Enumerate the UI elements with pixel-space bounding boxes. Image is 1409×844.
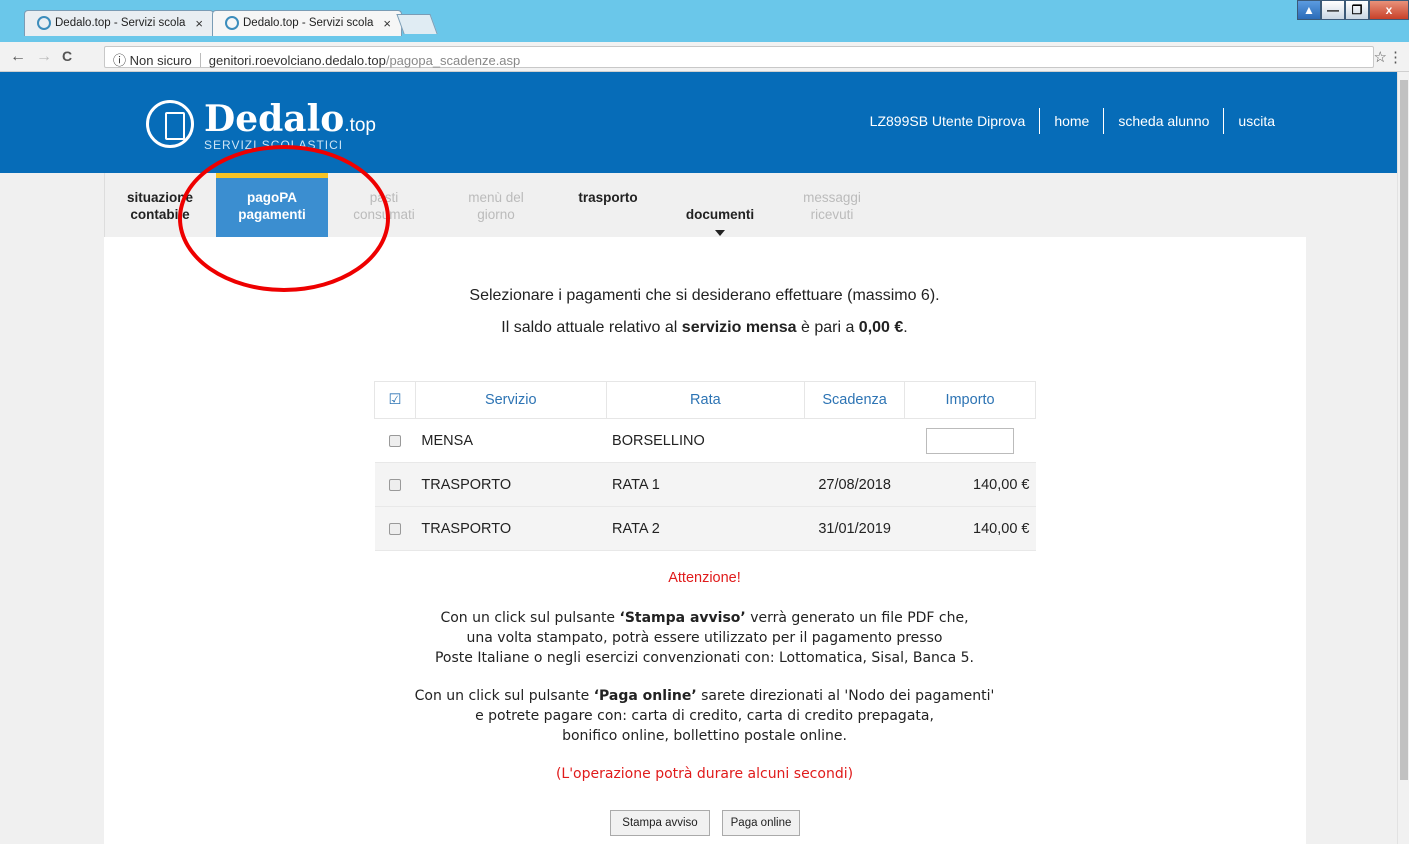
- bookmark-star-icon[interactable]: ☆: [1374, 48, 1387, 66]
- importo-input[interactable]: [926, 427, 1015, 454]
- cell-rata: BORSELLINO: [606, 418, 805, 463]
- table-row: TRASPORTO RATA 1 27/08/2018 140,00 €: [374, 462, 1036, 507]
- menu-documenti-label: documenti: [685, 207, 755, 222]
- cell-servizio: TRASPORTO: [415, 462, 607, 507]
- favicon-icon: [225, 16, 239, 30]
- pay-info-line-3: bonifico online, bollettino postale onli…: [562, 728, 847, 744]
- maximize-button[interactable]: ❐: [1345, 0, 1369, 20]
- browser-tab-1[interactable]: Dedalo.top - Servizi scola ×: [24, 10, 214, 36]
- table-row: TRASPORTO RATA 2 31/01/2019 140,00 €: [374, 506, 1036, 551]
- reload-icon[interactable]: C: [62, 48, 72, 64]
- user-icon[interactable]: ▲: [1297, 0, 1321, 20]
- column-header-importo: Importo: [904, 381, 1036, 419]
- intro-line-1: Selezionare i pagamenti che si desideran…: [469, 287, 940, 304]
- back-icon[interactable]: ←: [10, 48, 26, 66]
- column-header-servizio: Servizio: [414, 381, 607, 419]
- minimize-button[interactable]: —: [1321, 0, 1345, 20]
- tab-title: Dedalo.top - Servizi scola: [243, 17, 374, 29]
- new-tab-button[interactable]: [396, 14, 438, 34]
- cell-scadenza: 31/01/2019: [804, 506, 905, 551]
- url-path: /pagopa_scadenze.asp: [385, 53, 521, 68]
- cell-importo: 140,00 €: [904, 462, 1036, 507]
- menu-pasti-consumati[interactable]: pasti consumati: [328, 173, 440, 237]
- site-logo[interactable]: Dedalo.top SERVIZI SCOLASTICI: [146, 98, 376, 154]
- tab-title: Dedalo.top - Servizi scola: [55, 17, 186, 29]
- intro-line-2: Il saldo attuale relativo al servizio me…: [501, 319, 908, 336]
- menu-documenti[interactable]: documenti: [664, 173, 776, 237]
- cell-importo: 140,00 €: [904, 506, 1036, 551]
- cell-scadenza: 27/08/2018: [804, 462, 905, 507]
- caret-down-icon: [715, 230, 725, 236]
- menu-messaggi-ricevuti[interactable]: messaggi ricevuti: [776, 173, 888, 237]
- nav-scheda-alunno-link[interactable]: scheda alunno: [1103, 108, 1223, 134]
- close-button[interactable]: x: [1369, 0, 1409, 20]
- menu-trasporto[interactable]: trasporto: [552, 173, 664, 237]
- column-header-rata: Rata: [605, 381, 806, 419]
- print-info-line-1: Con un click sul pulsante ‘Stampa avviso…: [440, 610, 969, 626]
- tab-close-icon[interactable]: ×: [195, 16, 203, 31]
- print-info-line-3: Poste Italiane o negli esercizi convenzi…: [434, 650, 975, 666]
- cell-servizio: TRASPORTO: [415, 506, 607, 551]
- paga-online-button[interactable]: Paga online: [722, 810, 800, 836]
- table-header-row: ☑ Servizio Rata Scadenza Importo: [374, 381, 1036, 419]
- attention-heading: Attenzione!: [668, 570, 741, 586]
- security-indicator[interactable]: ⓘ Non sicuro: [113, 53, 192, 68]
- forward-icon[interactable]: →: [36, 48, 52, 66]
- cell-rata: RATA 2: [606, 506, 805, 551]
- address-bar: ← → C ⓘ Non sicuro genitori.roevolciano.d…: [0, 42, 1409, 72]
- pay-info-line-1: Con un click sul pulsante ‘Paga online’ …: [414, 688, 995, 704]
- url-input[interactable]: ⓘ Non sicuro genitori.roevolciano.dedalo.…: [104, 46, 1374, 68]
- table-row: MENSA BORSELLINO: [374, 418, 1036, 463]
- menu-situazione-contabile[interactable]: situazione contabile: [104, 173, 216, 237]
- pay-info-line-2: e potrete pagare con: carta di credito, …: [475, 708, 934, 724]
- cell-scadenza: [804, 418, 905, 463]
- payments-table: ☑ Servizio Rata Scadenza Importo MENSA B…: [374, 381, 1036, 551]
- operation-note: (L'operazione potrà durare alcuni second…: [555, 766, 854, 782]
- tab-close-icon[interactable]: ×: [383, 16, 391, 31]
- main-menu: situazione contabile pagoPA pagamenti pa…: [0, 173, 1397, 237]
- nav-home-link[interactable]: home: [1039, 108, 1103, 134]
- window-controls: ▲ — ❐ x: [1297, 0, 1409, 20]
- cell-servizio: MENSA: [415, 418, 607, 463]
- nav-uscita-link[interactable]: uscita: [1223, 108, 1289, 134]
- cell-rata: RATA 1: [606, 462, 805, 507]
- browser-tab-2[interactable]: Dedalo.top - Servizi scola ×: [212, 10, 402, 36]
- menu-menu-del-giorno[interactable]: menù del giorno: [440, 173, 552, 237]
- vertical-scrollbar[interactable]: [1397, 72, 1409, 844]
- logo-text: Dedalo.top: [204, 98, 377, 140]
- site-header: Dedalo.top SERVIZI SCOLASTICI LZ899SB Ut…: [0, 72, 1397, 173]
- row-checkbox[interactable]: [388, 434, 401, 447]
- row-checkbox[interactable]: [388, 522, 401, 535]
- browser-menu-icon[interactable]: ⋮: [1388, 48, 1403, 66]
- user-name: LZ899SB Utente Diprova: [869, 113, 1026, 129]
- row-checkbox[interactable]: [388, 478, 401, 491]
- top-navigation: LZ899SB Utente Diprova home scheda alunn…: [856, 108, 1289, 134]
- favicon-icon: [37, 16, 51, 30]
- menu-pagopa-pagamenti[interactable]: pagoPA pagamenti: [216, 173, 328, 237]
- column-header-scadenza: Scadenza: [804, 381, 906, 419]
- logo-icon: [146, 100, 194, 148]
- scrollbar-thumb[interactable]: [1400, 80, 1408, 780]
- browser-titlebar: Dedalo.top - Servizi scola × Dedalo.top …: [0, 0, 1409, 46]
- stampa-avviso-button[interactable]: Stampa avviso: [610, 810, 710, 836]
- logo-subtitle: SERVIZI SCOLASTICI: [204, 138, 344, 152]
- url-host: genitori.roevolciano.dedalo.top: [208, 53, 386, 68]
- print-info-line-2: una volta stampato, potrà essere utilizz…: [466, 630, 943, 646]
- select-all-checkbox[interactable]: ☑: [374, 381, 416, 419]
